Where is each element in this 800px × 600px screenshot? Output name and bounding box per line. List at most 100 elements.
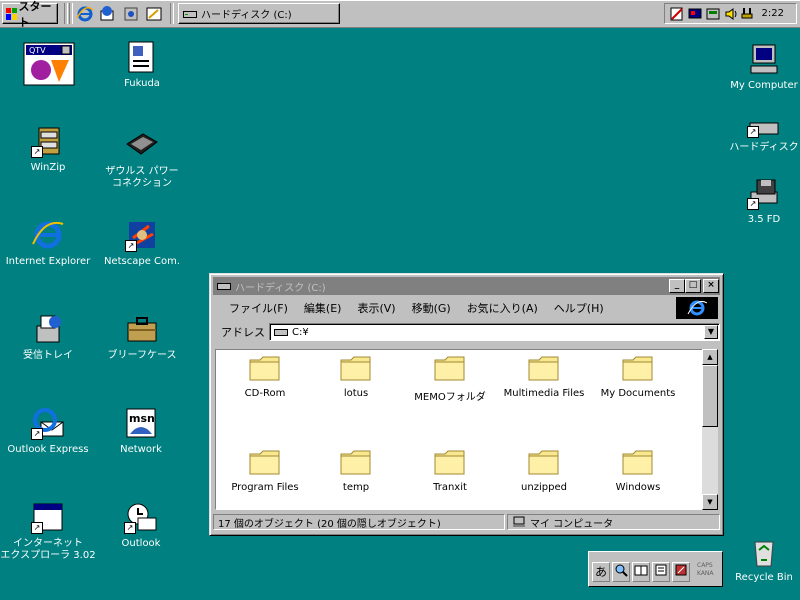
desktop-icon-netscape[interactable]: ↗ Netscape Com.: [94, 218, 190, 268]
my-computer-icon: [750, 44, 778, 74]
folder-icon: [622, 356, 653, 381]
desktop-icon-label: ザウルス パワー コネクション: [105, 166, 179, 189]
desktop-icon-hard-disk[interactable]: ↗ ハードディスク: [716, 116, 800, 154]
folder-item[interactable]: My Documents: [592, 354, 684, 399]
ime-mode-button[interactable]: あ: [592, 562, 610, 582]
ie-icon: [32, 221, 64, 249]
folder-item[interactable]: Program Files: [219, 448, 311, 493]
folder-item[interactable]: CD-Rom: [219, 354, 311, 399]
kana-indicator: KANA: [697, 570, 714, 577]
menu-file[interactable]: ファイル(F): [221, 300, 296, 316]
task-scheduler-tray-icon[interactable]: [705, 6, 721, 22]
status-text: 17 個のオブジェクト (20 個の隠しオブジェクト): [218, 518, 441, 530]
address-dropdown-button[interactable]: ▼: [704, 325, 718, 339]
magnifier-icon: [615, 564, 628, 577]
address-bar: アドレス C:¥ ▼: [213, 321, 720, 343]
notepad-tray-icon[interactable]: [669, 6, 685, 22]
desktop-icon-outlook-express[interactable]: ↗ Outlook Express: [0, 406, 96, 456]
vertical-scrollbar[interactable]: ▲ ▼: [702, 349, 718, 510]
hard-disk-icon: [274, 329, 288, 336]
svg-text:QTV: QTV: [29, 46, 46, 55]
address-value: C:¥: [292, 326, 309, 338]
folder-label: temp: [342, 482, 370, 493]
desktop-icon-floppy[interactable]: ↗ 3.5 FD: [716, 176, 800, 226]
status-zone-label: マイ コンピュータ: [530, 518, 614, 530]
menu-go[interactable]: 移動(G): [404, 300, 459, 316]
folder-item[interactable]: Tranxit: [404, 448, 496, 493]
clock[interactable]: 2:22: [762, 8, 784, 19]
folder-label: unzipped: [521, 482, 567, 493]
folder-item[interactable]: lotus: [310, 354, 402, 399]
system-tray: 2:22: [664, 3, 797, 24]
msn-icon: msn: [126, 408, 156, 438]
window-titlebar[interactable]: ハードディスク (C:) _ □ ×: [213, 277, 720, 295]
ime-dictionary-button[interactable]: [632, 562, 650, 582]
desktop-icon-label: Outlook: [121, 538, 161, 549]
desktop-icon-inbox[interactable]: 受信トレイ: [0, 312, 96, 362]
desktop-icon-my-computer[interactable]: My Computer: [716, 42, 800, 92]
shortcut-arrow-icon: ↗: [125, 240, 137, 252]
desktop-icon-outlook[interactable]: ↗ Outlook: [93, 500, 189, 550]
ime-search-button[interactable]: [612, 562, 630, 582]
menu-edit[interactable]: 編集(E): [296, 300, 350, 316]
folder-item[interactable]: Multimedia Files: [498, 354, 590, 399]
ie-quicklaunch-icon[interactable]: [76, 5, 94, 23]
folder-item[interactable]: temp: [310, 448, 402, 493]
menu-bar: ファイル(F) 編集(E) 表示(V) 移動(G) お気に入り(A) ヘルプ(H…: [213, 297, 720, 319]
minimize-button[interactable]: _: [669, 279, 685, 293]
taskbar-separator: [69, 3, 73, 24]
display-tray-icon[interactable]: [687, 6, 703, 22]
address-label: アドレス: [221, 326, 265, 339]
desktop-icon-network[interactable]: msn Network: [93, 406, 189, 456]
scroll-up-button[interactable]: ▲: [702, 349, 718, 365]
desktop-icon-internet-explorer[interactable]: Internet Explorer: [0, 218, 96, 268]
task-button-hard-disk[interactable]: ハードディスク (C:): [178, 3, 340, 24]
folder-label: MEMOフォルダ: [414, 392, 486, 403]
power-tray-icon[interactable]: [739, 6, 755, 22]
inbox-icon: [36, 315, 61, 343]
close-button[interactable]: ×: [703, 279, 719, 293]
pad-icon: [655, 564, 667, 576]
menu-view[interactable]: 表示(V): [349, 300, 403, 316]
desktop-icon-qv[interactable]: QTV: [1, 42, 97, 90]
folder-item[interactable]: MEMOフォルダ: [404, 354, 496, 403]
desktop-icon-ie-302[interactable]: ↗ インターネット エクスプローラ 3.02: [0, 500, 96, 562]
qv-icon: QTV: [23, 42, 75, 86]
folder-icon: [340, 356, 371, 381]
status-zone: マイ コンピュータ: [507, 514, 720, 530]
folder-label: Tranxit: [433, 482, 467, 493]
shortcut-arrow-icon: ↗: [747, 198, 759, 210]
ime-settings-button[interactable]: [672, 562, 690, 582]
desktop-icon-label: Netscape Com.: [103, 256, 181, 267]
outlook-express-quicklaunch-icon[interactable]: [99, 5, 117, 23]
desktop-icon-label: ハードディスク: [729, 142, 799, 153]
volume-tray-icon[interactable]: [723, 6, 739, 22]
ime-pad-button[interactable]: [652, 562, 670, 582]
status-object-count: 17 個のオブジェクト (20 個の隠しオブジェクト): [213, 514, 505, 530]
shortcut-arrow-icon: ↗: [31, 428, 43, 440]
desktop-icon-briefcase[interactable]: ブリーフケース: [94, 312, 190, 362]
folder-label: My Documents: [600, 388, 676, 399]
desktop-icon-fukuda[interactable]: Fukuda: [94, 40, 190, 90]
desktop-icon-recycle-bin[interactable]: Recycle Bin: [716, 534, 800, 584]
desktop-icon-zaurus[interactable]: ザウルス パワー コネクション: [94, 128, 190, 190]
address-field[interactable]: C:¥ ▼: [269, 323, 720, 341]
recycle-bin-icon: [754, 541, 774, 567]
maximize-button[interactable]: □: [685, 279, 701, 293]
start-button[interactable]: スタート: [2, 0, 58, 29]
menu-help[interactable]: ヘルプ(H): [546, 300, 612, 316]
menu-favorites[interactable]: お気に入り(A): [459, 300, 546, 316]
folder-item[interactable]: unzipped: [498, 448, 590, 493]
document-icon: [128, 41, 154, 73]
settings-book-icon: [675, 564, 687, 576]
channels-quicklaunch-icon[interactable]: [122, 5, 140, 23]
folder-label: Windows: [615, 482, 661, 493]
scroll-thumb[interactable]: [702, 365, 718, 427]
folder-item[interactable]: Windows: [592, 448, 684, 493]
desktop-icon-winzip[interactable]: ↗ WinZip: [0, 124, 96, 174]
folder-icon: [528, 356, 559, 381]
show-desktop-quicklaunch-icon[interactable]: [145, 5, 163, 23]
briefcase-icon: [127, 317, 157, 342]
windows-logo-icon: [6, 7, 17, 20]
scroll-down-button[interactable]: ▼: [702, 494, 718, 510]
